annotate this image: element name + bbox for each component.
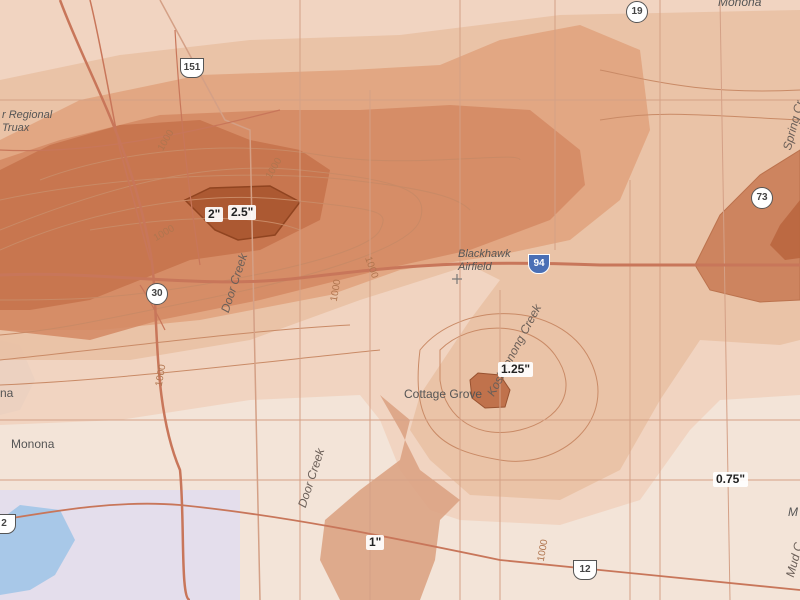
highway-shield-i94: 94	[528, 254, 550, 274]
highway-shield-us12: 12	[573, 560, 597, 580]
place-label-regional: r Regional	[2, 109, 53, 121]
snowfall-label-1-25in: 1.25"	[498, 362, 534, 377]
snowfall-label-2in: 2"	[205, 207, 224, 222]
highway-shield-us151: 151	[180, 58, 204, 78]
place-label-edge-m: M	[788, 505, 798, 519]
highway-shield-30: 30	[146, 283, 168, 305]
highway-shield-19: 19	[626, 1, 648, 23]
place-label-left-edge: na	[0, 386, 14, 400]
highway-shield-left: 2	[0, 514, 16, 534]
place-label-monona-top: Monona	[718, 0, 762, 9]
highway-shield-73: 73	[751, 187, 773, 209]
snowfall-label-0-75in: 0.75"	[713, 472, 749, 487]
place-label-blackhawk: Blackhawk	[458, 248, 511, 260]
snowfall-map[interactable]	[0, 0, 800, 600]
place-label-truax: Truax	[2, 122, 30, 134]
place-label-cottage-grove: Cottage Grove	[404, 387, 483, 401]
place-label-monona: Monona	[11, 437, 55, 451]
snowfall-label-2-5in: 2.5"	[228, 205, 257, 220]
place-label-airfield: Airfield	[458, 261, 492, 273]
snowfall-label-1in: 1"	[366, 535, 385, 550]
